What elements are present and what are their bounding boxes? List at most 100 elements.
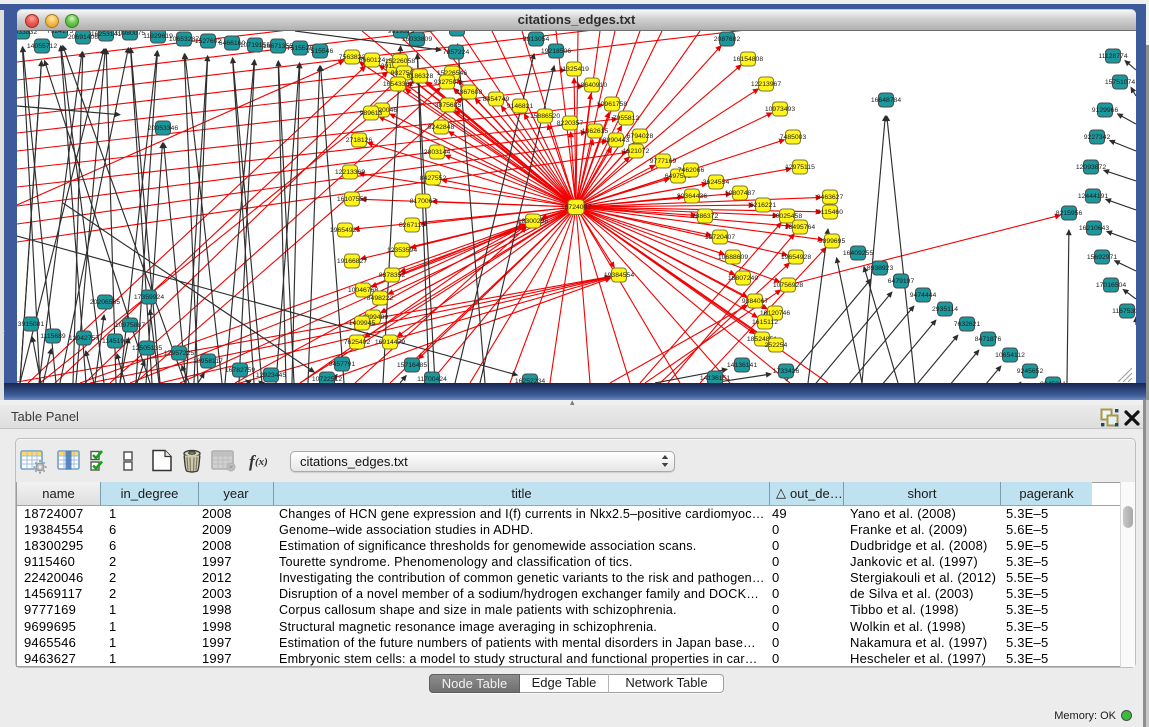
svg-text:14055712: 14055712 xyxy=(27,43,57,50)
svg-text:10654112: 10654112 xyxy=(995,352,1025,359)
svg-text:8215956: 8215956 xyxy=(1056,210,1083,217)
svg-text:12213967: 12213967 xyxy=(751,81,781,88)
svg-text:8267110: 8267110 xyxy=(399,222,425,229)
svg-text:10961758: 10961758 xyxy=(597,101,627,108)
svg-text:9777169: 9777169 xyxy=(650,158,677,165)
svg-text:8878352: 8878352 xyxy=(379,272,406,279)
svg-text:10973493: 10973493 xyxy=(765,106,795,113)
svg-text:9129966: 9129966 xyxy=(1092,107,1119,114)
svg-text:11700424: 11700424 xyxy=(417,376,447,383)
svg-text:18495764: 18495764 xyxy=(785,224,815,231)
svg-text:7857224: 7857224 xyxy=(443,49,470,56)
svg-text:19166827: 19166827 xyxy=(337,258,367,265)
svg-text:15716485: 15716485 xyxy=(397,362,427,369)
svg-text:9463627: 9463627 xyxy=(817,194,844,201)
svg-text:1527602: 1527602 xyxy=(195,38,222,45)
svg-text:1409945: 1409945 xyxy=(349,320,376,327)
svg-text:10722512: 10722512 xyxy=(312,376,342,383)
svg-text:(x): (x) xyxy=(255,456,268,468)
svg-text:9245652: 9245652 xyxy=(1017,368,1044,375)
svg-text:9242848: 9242848 xyxy=(428,124,455,131)
svg-text:12975115: 12975115 xyxy=(785,164,815,171)
svg-text:8186328: 8186328 xyxy=(407,73,434,80)
svg-text:15751074: 15751074 xyxy=(1105,79,1135,86)
svg-text:16648784: 16648784 xyxy=(871,97,901,104)
svg-text:11128774: 11128774 xyxy=(1098,53,1127,60)
svg-text:7485003: 7485003 xyxy=(780,134,807,141)
svg-text:8938923: 8938923 xyxy=(867,265,894,272)
svg-text:11325419: 11325419 xyxy=(559,66,589,73)
svg-text:7625402: 7625402 xyxy=(344,339,371,346)
svg-text:14136151: 14136151 xyxy=(700,375,730,382)
svg-text:1145194: 1145194 xyxy=(102,338,128,345)
svg-text:1115689: 1115689 xyxy=(40,333,66,340)
svg-text:18300295: 18300295 xyxy=(518,218,548,225)
svg-text:8454749: 8454749 xyxy=(483,96,510,103)
svg-text:16782759: 16782759 xyxy=(225,367,255,374)
svg-text:9115460: 9115460 xyxy=(817,209,843,216)
svg-text:9474444: 9474444 xyxy=(910,292,937,299)
svg-text:9227342: 9227342 xyxy=(1084,134,1111,141)
svg-text:10688609: 10688609 xyxy=(718,254,748,261)
svg-text:12444191: 12444191 xyxy=(1078,193,1108,200)
svg-text:8813054: 8813054 xyxy=(523,36,550,43)
svg-text:1362615: 1362615 xyxy=(582,128,609,135)
svg-text:10953547: 10953547 xyxy=(442,31,472,33)
svg-text:12213369: 12213369 xyxy=(335,169,365,176)
svg-text:8427552: 8427552 xyxy=(420,175,447,182)
svg-text:20364436: 20364436 xyxy=(677,193,707,200)
svg-text:8170067: 8170067 xyxy=(410,198,437,205)
svg-text:16543362: 16543362 xyxy=(383,81,413,88)
svg-text:12505135: 12505135 xyxy=(132,345,162,352)
svg-text:16409255: 16409255 xyxy=(843,250,873,257)
svg-text:3915081: 3915081 xyxy=(18,321,45,328)
svg-text:10807487: 10807487 xyxy=(725,190,755,197)
svg-text:20206565: 20206565 xyxy=(90,299,120,306)
svg-text:8990443: 8990443 xyxy=(603,137,630,144)
svg-text:16210643: 16210643 xyxy=(1079,225,1109,232)
svg-text:9245011: 9245011 xyxy=(1040,381,1066,383)
svg-text:3875685: 3875685 xyxy=(435,102,462,109)
svg-text:9899695: 9899695 xyxy=(819,238,846,245)
svg-text:10756928: 10756928 xyxy=(773,282,803,289)
svg-text:10980075: 10980075 xyxy=(115,31,145,37)
svg-text:7462066: 7462066 xyxy=(678,167,705,174)
svg-text:15886520: 15886520 xyxy=(530,113,560,120)
svg-text:1733426: 1733426 xyxy=(773,368,800,375)
svg-text:19654923: 19654923 xyxy=(330,227,360,234)
svg-text:20053346: 20053346 xyxy=(148,125,178,132)
svg-text:18640910: 18640910 xyxy=(577,82,607,89)
svg-text:7632621: 7632621 xyxy=(954,321,981,328)
svg-text:9619323: 9619323 xyxy=(388,31,415,35)
svg-text:9457791: 9457791 xyxy=(329,361,356,368)
svg-text:6794028: 6794028 xyxy=(627,133,654,140)
svg-text:17016504: 17016504 xyxy=(1096,282,1126,289)
svg-text:9146821: 9146821 xyxy=(507,103,534,110)
svg-text:2867608: 2867608 xyxy=(456,89,483,96)
svg-text:18033832: 18033832 xyxy=(17,31,37,36)
svg-text:12923445: 12923445 xyxy=(256,372,286,379)
svg-text:16914479: 16914479 xyxy=(375,339,405,346)
svg-text:8498222: 8498222 xyxy=(367,295,394,302)
svg-text:12942757: 12942757 xyxy=(69,335,99,342)
svg-text:9327508: 9327508 xyxy=(434,79,461,86)
svg-text:11675305: 11675305 xyxy=(1112,308,1136,315)
svg-text:9884067: 9884067 xyxy=(742,298,769,305)
svg-text:18724007: 18724007 xyxy=(561,204,591,211)
svg-text:8471876: 8471876 xyxy=(975,336,1002,343)
svg-text:2935114: 2935114 xyxy=(932,306,958,313)
svg-text:1621072: 1621072 xyxy=(623,148,650,155)
svg-text:15720407: 15720407 xyxy=(705,234,735,241)
svg-text:17359924: 17359924 xyxy=(134,294,164,301)
svg-text:15692971: 15692971 xyxy=(1087,254,1117,261)
svg-text:2803144: 2803144 xyxy=(424,149,451,156)
svg-text:10025458: 10025458 xyxy=(772,213,802,220)
svg-text:6479197: 6479197 xyxy=(888,278,915,285)
svg-text:17957225: 17957225 xyxy=(164,350,194,357)
svg-text:252254: 252254 xyxy=(765,342,788,349)
svg-text:1615112: 1615112 xyxy=(752,319,778,326)
svg-text:10958117: 10958117 xyxy=(193,358,223,365)
svg-text:14136141: 14136141 xyxy=(727,362,757,369)
svg-text:12093872: 12093872 xyxy=(1076,164,1106,171)
svg-text:2718126: 2718126 xyxy=(346,137,373,144)
